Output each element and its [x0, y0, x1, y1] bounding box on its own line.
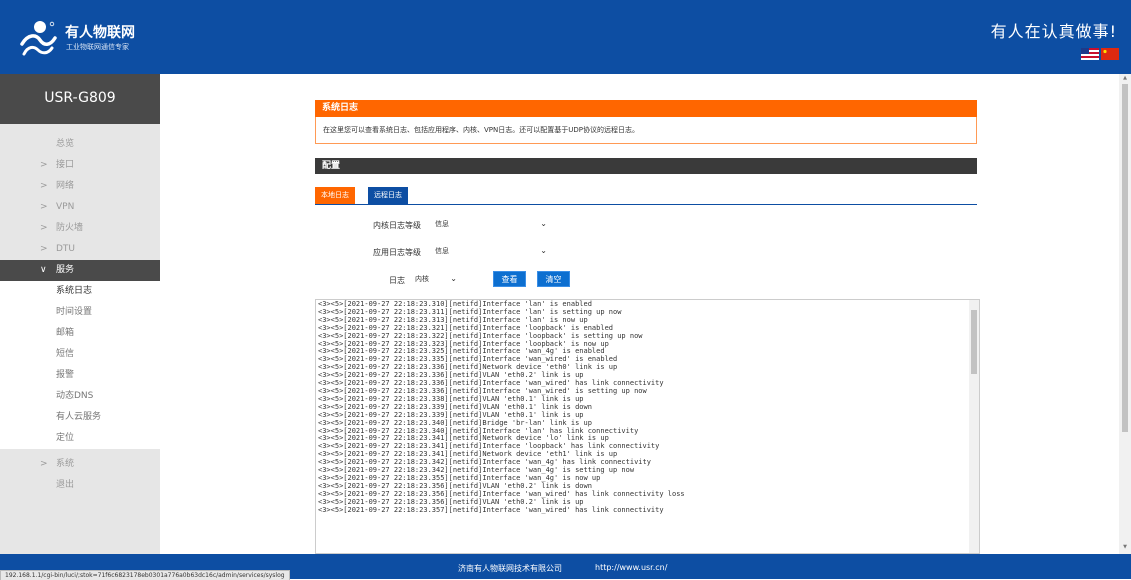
sidebar-item-label: 总览 [56, 139, 75, 149]
sidebar-subitem-sms[interactable]: 短信 [0, 344, 160, 365]
app-level-value: 信息 [435, 247, 449, 255]
brand-subtitle: 工业物联网通信专家 [66, 43, 129, 51]
view-log-button[interactable]: 查看 [493, 271, 526, 287]
sidebar-subitem-alarm[interactable]: 报警 [0, 365, 160, 386]
sidebar-item-label: 防火墙 [56, 223, 84, 233]
language-switcher[interactable] [1081, 48, 1119, 60]
kernel-level-select[interactable]: 信息 ⌄ [431, 217, 551, 231]
brand-logo-icon [20, 21, 57, 56]
app-level-label: 应用日志等级 [373, 248, 421, 257]
chevron-right-icon: > [40, 244, 48, 254]
chevron-down-icon: ⌄ [540, 246, 547, 255]
log-source-select[interactable]: 内核 ⌄ [411, 272, 461, 286]
log-scrollbar[interactable] [969, 300, 979, 553]
sidebar-item-vpn[interactable]: > VPN [0, 197, 160, 218]
chevron-right-icon: > [40, 160, 48, 170]
sidebar-item-system[interactable]: > 系统 [0, 454, 160, 475]
tab-local-log[interactable]: 本地日志 [315, 187, 355, 204]
sidebar-nav: USR-G809 总览 > 接口 > 网络 > VPN > 防火墙 > DTU … [0, 74, 160, 554]
sidebar-item-label: 动态DNS [56, 391, 94, 401]
sidebar-item-label: VPN [56, 202, 75, 212]
clear-log-button[interactable]: 清空 [537, 271, 570, 287]
sidebar-subitem-location[interactable]: 定位 [0, 428, 160, 449]
sidebar-subitem-syslog[interactable]: 系统日志 [0, 281, 160, 302]
main-content: 系统日志 在这里您可以查看系统日志、包括应用程序、内核、VPN日志。还可以配置基… [161, 74, 1119, 554]
log-lines: <3><5>[2021-09-27 22:18:23.310][netifd]I… [318, 300, 685, 514]
sidebar-item-label: 接口 [56, 160, 75, 170]
sidebar-item-label: 服务 [56, 265, 75, 275]
syslog-card-description: 在这里您可以查看系统日志、包括应用程序、内核、VPN日志。还可以配置基于UDP协… [315, 117, 977, 144]
footer-company: 济南有人物联网技术有限公司 [458, 564, 562, 573]
page-scrollbar[interactable]: ▲ ▼ [1119, 74, 1131, 554]
chevron-right-icon: > [40, 459, 48, 469]
sidebar-item-label: 报警 [56, 370, 75, 380]
syslog-card-title: 系统日志 [315, 100, 977, 117]
sidebar-item-overview[interactable]: 总览 [0, 134, 160, 155]
sidebar-subitem-mailbox[interactable]: 邮箱 [0, 323, 160, 344]
sidebar-item-label: 时间设置 [56, 307, 93, 317]
chevron-right-icon: > [40, 181, 48, 191]
chevron-down-icon: ⌄ [540, 219, 547, 228]
sidebar-item-label: 退出 [56, 480, 75, 490]
log-source-value: 内核 [415, 275, 429, 283]
sidebar-item-label: DTU [56, 244, 76, 254]
page-scrollbar-thumb[interactable] [1122, 84, 1128, 432]
sidebar-item-dtu[interactable]: > DTU [0, 239, 160, 260]
language-flags-icon [1081, 48, 1119, 60]
header-slogan: 有人在认真做事! [990, 22, 1117, 41]
sidebar-item-label: 邮箱 [56, 328, 75, 338]
device-name: USR-G809 [0, 74, 160, 124]
sidebar-item-logout[interactable]: 退出 [0, 475, 160, 496]
brand-title: 有人物联网 [65, 25, 135, 41]
sidebar-item-interface[interactable]: > 接口 [0, 155, 160, 176]
tab-remote-log[interactable]: 远程日志 [368, 187, 408, 204]
sidebar-item-label: 有人云服务 [56, 412, 102, 422]
log-tabs: 本地日志 远程日志 [315, 187, 977, 205]
sidebar-subitem-usr-cloud[interactable]: 有人云服务 [0, 407, 160, 428]
log-source-label: 日志 [389, 276, 405, 285]
log-scrollbar-thumb[interactable] [971, 310, 977, 374]
chevron-right-icon: > [40, 202, 48, 212]
chevron-right-icon: > [40, 223, 48, 233]
sidebar-item-label: 定位 [56, 433, 75, 443]
scroll-down-icon[interactable]: ▼ [1120, 544, 1130, 550]
kernel-level-value: 信息 [435, 220, 449, 228]
top-header: 有人物联网 工业物联网通信专家 有人在认真做事! [0, 0, 1131, 74]
sidebar-item-label: 系统 [56, 459, 75, 469]
kernel-level-label: 内核日志等级 [373, 221, 421, 230]
sidebar-item-firewall[interactable]: > 防火墙 [0, 218, 160, 239]
sidebar-item-label: 系统日志 [56, 286, 93, 296]
sidebar-subitem-time-settings[interactable]: 时间设置 [0, 302, 160, 323]
sidebar-item-label: 短信 [56, 349, 75, 359]
scroll-up-icon[interactable]: ▲ [1120, 75, 1130, 81]
app-level-select[interactable]: 信息 ⌄ [431, 244, 551, 258]
footer-url-link[interactable]: http://www.usr.cn/ [595, 563, 667, 572]
log-textarea[interactable]: <3><5>[2021-09-27 22:18:23.310][netifd]I… [315, 299, 980, 554]
sidebar-item-network[interactable]: > 网络 [0, 176, 160, 197]
sidebar-item-services[interactable]: ∨ 服务 [0, 260, 160, 281]
sidebar-subitem-ddns[interactable]: 动态DNS [0, 386, 160, 407]
chevron-down-icon: ∨ [40, 265, 47, 275]
config-section-title: 配置 [315, 158, 977, 174]
chevron-down-icon: ⌄ [450, 274, 457, 283]
sidebar-item-label: 网络 [56, 181, 75, 191]
